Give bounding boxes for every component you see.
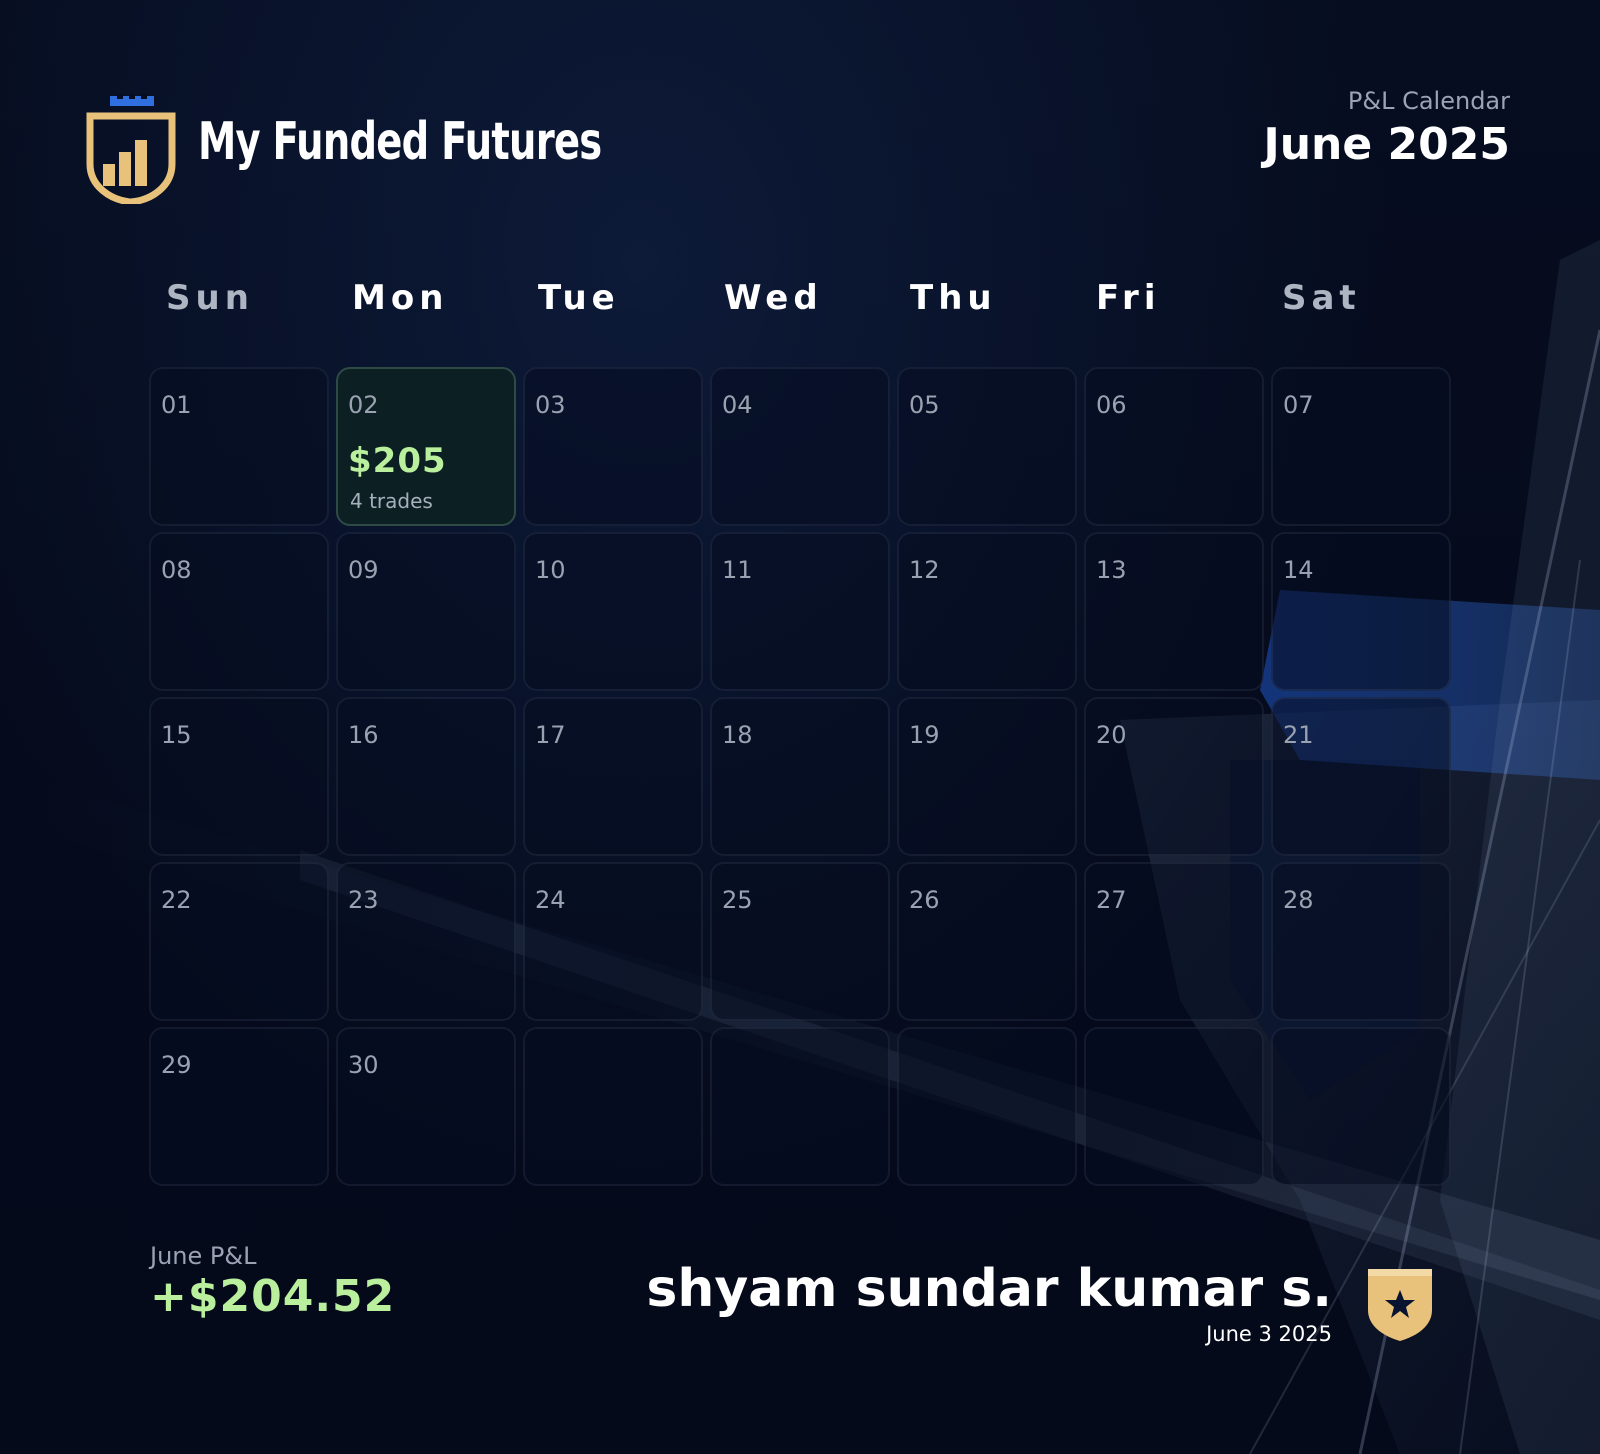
day-number: 13 xyxy=(1096,556,1127,584)
day-cell-27[interactable]: 27 xyxy=(1084,862,1264,1021)
day-cell-08[interactable]: 08 xyxy=(149,532,329,691)
day-number: 29 xyxy=(161,1051,192,1079)
day-cell-12[interactable]: 12 xyxy=(897,532,1077,691)
day-number: 05 xyxy=(909,391,940,419)
day-number: 25 xyxy=(722,886,753,914)
calendar-header: P&L Calendar June 2025 xyxy=(1263,86,1510,172)
share-date: June 3 2025 xyxy=(1206,1322,1332,1346)
day-number: 27 xyxy=(1096,886,1127,914)
day-number: 02 xyxy=(348,391,379,419)
day-pnl-amount: $205 xyxy=(348,441,447,481)
day-cell-07[interactable]: 07 xyxy=(1271,367,1451,526)
day-trade-count: 4 trades xyxy=(350,489,433,513)
empty-day-cell xyxy=(897,1027,1077,1186)
day-number: 12 xyxy=(909,556,940,584)
day-cell-25[interactable]: 25 xyxy=(710,862,890,1021)
day-cell-06[interactable]: 06 xyxy=(1084,367,1264,526)
brand-logo-icon xyxy=(86,94,176,206)
monthly-pl-summary: June P&L +$204.52 xyxy=(150,1241,395,1323)
day-number: 09 xyxy=(348,556,379,584)
day-number: 06 xyxy=(1096,391,1127,419)
weekday-sun: Sun xyxy=(166,278,254,318)
star-badge-icon xyxy=(1365,1268,1435,1342)
day-number: 22 xyxy=(161,886,192,914)
day-number: 18 xyxy=(722,721,753,749)
day-number: 16 xyxy=(348,721,379,749)
day-number: 17 xyxy=(535,721,566,749)
calendar-grid: 01 02 $205 4 trades 03 04 05 06 07 08 09 10 11 12 13 14… xyxy=(149,367,1451,1186)
weekday-header: Sun Mon Tue Wed Thu Fri Sat xyxy=(149,278,1451,328)
user-name: shyam sundar kumar s. xyxy=(646,1259,1332,1319)
day-cell-01[interactable]: 01 xyxy=(149,367,329,526)
day-cell-17[interactable]: 17 xyxy=(523,697,703,856)
day-cell-22[interactable]: 22 xyxy=(149,862,329,1021)
day-number: 24 xyxy=(535,886,566,914)
day-number: 23 xyxy=(348,886,379,914)
monthly-pl-label: June P&L xyxy=(150,1242,257,1270)
day-cell-18[interactable]: 18 xyxy=(710,697,890,856)
day-number: 26 xyxy=(909,886,940,914)
day-number: 01 xyxy=(161,391,192,419)
day-cell-24[interactable]: 24 xyxy=(523,862,703,1021)
day-number: 04 xyxy=(722,391,753,419)
day-cell-23[interactable]: 23 xyxy=(336,862,516,1021)
weekday-wed: Wed xyxy=(724,278,823,318)
weekday-thu: Thu xyxy=(910,278,997,318)
day-cell-29[interactable]: 29 xyxy=(149,1027,329,1186)
day-number: 30 xyxy=(348,1051,379,1079)
day-cell-30[interactable]: 30 xyxy=(336,1027,516,1186)
day-cell-11[interactable]: 11 xyxy=(710,532,890,691)
monthly-pl-value: +$204.52 xyxy=(150,1271,396,1322)
calendar-subtitle: P&L Calendar xyxy=(1347,87,1510,115)
day-number: 10 xyxy=(535,556,566,584)
day-number: 19 xyxy=(909,721,940,749)
day-cell-16[interactable]: 16 xyxy=(336,697,516,856)
day-cell-26[interactable]: 26 xyxy=(897,862,1077,1021)
empty-day-cell xyxy=(523,1027,703,1186)
day-cell-04[interactable]: 04 xyxy=(710,367,890,526)
day-cell-14[interactable]: 14 xyxy=(1271,532,1451,691)
day-number: 20 xyxy=(1096,721,1127,749)
day-cell-02[interactable]: 02 $205 4 trades xyxy=(336,367,516,526)
weekday-mon: Mon xyxy=(352,278,449,318)
day-number: 08 xyxy=(161,556,192,584)
empty-day-cell xyxy=(710,1027,890,1186)
day-number: 03 xyxy=(535,391,566,419)
day-number: 11 xyxy=(722,556,753,584)
day-number: 07 xyxy=(1283,391,1314,419)
day-number: 14 xyxy=(1283,556,1314,584)
day-cell-05[interactable]: 05 xyxy=(897,367,1077,526)
day-cell-13[interactable]: 13 xyxy=(1084,532,1264,691)
month-title: June 2025 xyxy=(1263,119,1510,170)
weekday-fri: Fri xyxy=(1096,278,1161,318)
day-cell-03[interactable]: 03 xyxy=(523,367,703,526)
brand-name: My Funded Futures xyxy=(198,112,602,172)
day-cell-15[interactable]: 15 xyxy=(149,697,329,856)
day-number: 28 xyxy=(1283,886,1314,914)
day-number: 21 xyxy=(1283,721,1314,749)
weekday-tue: Tue xyxy=(538,278,620,318)
day-number: 15 xyxy=(161,721,192,749)
user-info: shyam sundar kumar s. June 3 2025 xyxy=(646,1258,1332,1346)
day-cell-21[interactable]: 21 xyxy=(1271,697,1451,856)
day-cell-20[interactable]: 20 xyxy=(1084,697,1264,856)
empty-day-cell xyxy=(1084,1027,1264,1186)
day-cell-19[interactable]: 19 xyxy=(897,697,1077,856)
empty-day-cell xyxy=(1271,1027,1451,1186)
day-cell-10[interactable]: 10 xyxy=(523,532,703,691)
weekday-sat: Sat xyxy=(1282,278,1361,318)
day-cell-28[interactable]: 28 xyxy=(1271,862,1451,1021)
day-cell-09[interactable]: 09 xyxy=(336,532,516,691)
